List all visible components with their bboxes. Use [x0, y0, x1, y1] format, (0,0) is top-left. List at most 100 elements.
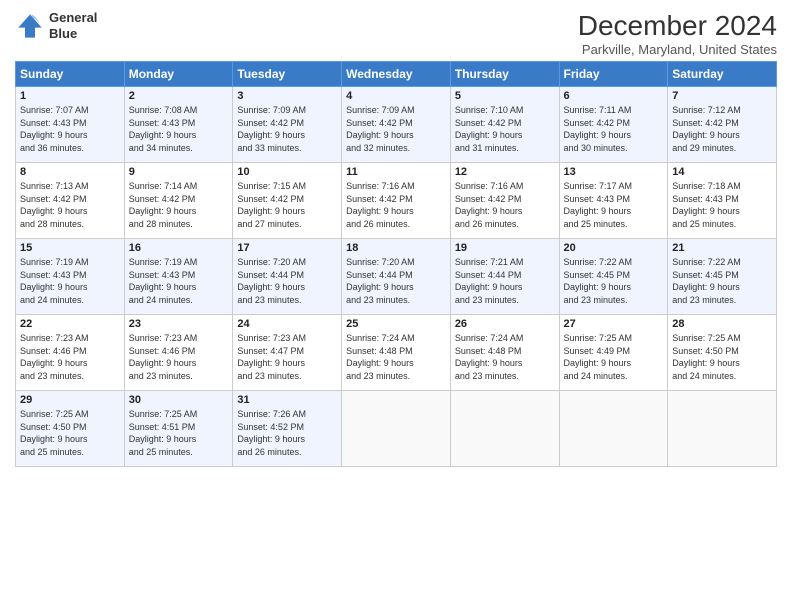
- day-number: 27: [564, 318, 664, 330]
- day-number: 28: [672, 318, 772, 330]
- calendar-cell: 9 Sunrise: 7:14 AM Sunset: 4:42 PM Daylig…: [124, 163, 233, 239]
- day-info: Sunrise: 7:18 AM Sunset: 4:43 PM Dayligh…: [672, 180, 772, 230]
- day-number: 16: [129, 242, 229, 254]
- day-number: 25: [346, 318, 446, 330]
- calendar-cell: 16Sunrise: 7:19 AM Sunset: 4:43 PM Dayli…: [124, 239, 233, 315]
- day-info: Sunrise: 7:19 AM Sunset: 4:43 PM Dayligh…: [20, 256, 120, 306]
- day-info: Sunrise: 7:10 AM Sunset: 4:42 PM Dayligh…: [455, 104, 555, 154]
- day-info: Sunrise: 7:17 AM Sunset: 4:43 PM Dayligh…: [564, 180, 664, 230]
- day-number: 19: [455, 242, 555, 254]
- day-number: 7: [672, 90, 772, 102]
- calendar-cell: 18 Sunrise: 7:20 AM Sunset: 4:44 PM Dayli…: [342, 239, 451, 315]
- day-number: 4: [346, 90, 446, 102]
- calendar-cell: [342, 391, 451, 467]
- day-info: Sunrise: 7:25 AM Sunset: 4:50 PM Dayligh…: [672, 332, 772, 382]
- page-container: General Blue December 2024 Parkville, Ma…: [0, 0, 792, 472]
- day-info: Sunrise: 7:15 AM Sunset: 4:42 PM Dayligh…: [237, 180, 337, 230]
- calendar-cell: 29 Sunrise: 7:25 AM Sunset: 4:50 PM Dayli…: [16, 391, 125, 467]
- weekday-header-wednesday: Wednesday: [342, 62, 451, 87]
- logo-line2: Blue: [49, 26, 77, 41]
- calendar-cell: 7 Sunrise: 7:12 AM Sunset: 4:42 PM Daylig…: [668, 87, 777, 163]
- day-info: Sunrise: 7:22 AM Sunset: 4:45 PM Dayligh…: [672, 256, 772, 306]
- day-info: Sunrise: 7:21 AM Sunset: 4:44 PM Dayligh…: [455, 256, 555, 306]
- calendar-week-4: 22 Sunrise: 7:23 AM Sunset: 4:46 PM Dayli…: [16, 315, 777, 391]
- calendar-cell: 27 Sunrise: 7:25 AM Sunset: 4:49 PM Dayli…: [559, 315, 668, 391]
- calendar-cell: 15Sunrise: 7:19 AM Sunset: 4:43 PM Dayli…: [16, 239, 125, 315]
- day-number: 18: [346, 242, 446, 254]
- calendar-cell: 6 Sunrise: 7:11 AM Sunset: 4:42 PM Daylig…: [559, 87, 668, 163]
- calendar-cell: 10Sunrise: 7:15 AM Sunset: 4:42 PM Dayli…: [233, 163, 342, 239]
- logo: General Blue: [15, 10, 97, 41]
- calendar-cell: 11 Sunrise: 7:16 AM Sunset: 4:42 PM Dayli…: [342, 163, 451, 239]
- logo-text: General Blue: [49, 10, 97, 41]
- day-number: 22: [20, 318, 120, 330]
- day-number: 11: [346, 166, 446, 178]
- day-info: Sunrise: 7:23 AM Sunset: 4:46 PM Dayligh…: [129, 332, 229, 382]
- weekday-header-saturday: Saturday: [668, 62, 777, 87]
- day-info: Sunrise: 7:23 AM Sunset: 4:46 PM Dayligh…: [20, 332, 120, 382]
- logo-line1: General: [49, 10, 97, 25]
- calendar-cell: 25 Sunrise: 7:24 AM Sunset: 4:48 PM Dayli…: [342, 315, 451, 391]
- day-info: Sunrise: 7:14 AM Sunset: 4:42 PM Dayligh…: [129, 180, 229, 230]
- weekday-header-sunday: Sunday: [16, 62, 125, 87]
- day-info: Sunrise: 7:09 AM Sunset: 4:42 PM Dayligh…: [346, 104, 446, 154]
- calendar-cell: [668, 391, 777, 467]
- calendar-cell: 26Sunrise: 7:24 AM Sunset: 4:48 PM Dayli…: [450, 315, 559, 391]
- day-number: 29: [20, 394, 120, 406]
- weekday-header-tuesday: Tuesday: [233, 62, 342, 87]
- calendar-cell: 20 Sunrise: 7:22 AM Sunset: 4:45 PM Dayli…: [559, 239, 668, 315]
- calendar-cell: 31Sunrise: 7:26 AM Sunset: 4:52 PM Dayli…: [233, 391, 342, 467]
- day-number: 2: [129, 90, 229, 102]
- day-number: 6: [564, 90, 664, 102]
- day-number: 20: [564, 242, 664, 254]
- calendar-cell: 21 Sunrise: 7:22 AM Sunset: 4:45 PM Dayli…: [668, 239, 777, 315]
- day-info: Sunrise: 7:07 AM Sunset: 4:43 PM Dayligh…: [20, 104, 120, 154]
- calendar-cell: 8 Sunrise: 7:13 AM Sunset: 4:42 PM Daylig…: [16, 163, 125, 239]
- day-number: 21: [672, 242, 772, 254]
- day-number: 8: [20, 166, 120, 178]
- day-info: Sunrise: 7:20 AM Sunset: 4:44 PM Dayligh…: [346, 256, 446, 306]
- title-block: December 2024 Parkville, Maryland, Unite…: [578, 10, 777, 57]
- day-number: 3: [237, 90, 337, 102]
- weekday-header-monday: Monday: [124, 62, 233, 87]
- calendar-cell: 3Sunrise: 7:09 AM Sunset: 4:42 PM Daylig…: [233, 87, 342, 163]
- day-number: 26: [455, 318, 555, 330]
- calendar-week-1: 1 Sunrise: 7:07 AM Sunset: 4:43 PM Daylig…: [16, 87, 777, 163]
- calendar-cell: 1 Sunrise: 7:07 AM Sunset: 4:43 PM Daylig…: [16, 87, 125, 163]
- calendar-cell: 12 Sunrise: 7:16 AM Sunset: 4:42 PM Dayli…: [450, 163, 559, 239]
- calendar-cell: 17Sunrise: 7:20 AM Sunset: 4:44 PM Dayli…: [233, 239, 342, 315]
- day-info: Sunrise: 7:20 AM Sunset: 4:44 PM Dayligh…: [237, 256, 337, 306]
- day-info: Sunrise: 7:25 AM Sunset: 4:50 PM Dayligh…: [20, 408, 120, 458]
- calendar-cell: 23 Sunrise: 7:23 AM Sunset: 4:46 PM Dayli…: [124, 315, 233, 391]
- day-info: Sunrise: 7:16 AM Sunset: 4:42 PM Dayligh…: [455, 180, 555, 230]
- header: General Blue December 2024 Parkville, Ma…: [15, 10, 777, 57]
- day-number: 23: [129, 318, 229, 330]
- calendar-cell: 4 Sunrise: 7:09 AM Sunset: 4:42 PM Daylig…: [342, 87, 451, 163]
- calendar-cell: 2 Sunrise: 7:08 AM Sunset: 4:43 PM Daylig…: [124, 87, 233, 163]
- day-info: Sunrise: 7:08 AM Sunset: 4:43 PM Dayligh…: [129, 104, 229, 154]
- calendar-cell: 28 Sunrise: 7:25 AM Sunset: 4:50 PM Dayli…: [668, 315, 777, 391]
- day-number: 9: [129, 166, 229, 178]
- day-info: Sunrise: 7:16 AM Sunset: 4:42 PM Dayligh…: [346, 180, 446, 230]
- weekday-header-friday: Friday: [559, 62, 668, 87]
- calendar-cell: [450, 391, 559, 467]
- day-info: Sunrise: 7:26 AM Sunset: 4:52 PM Dayligh…: [237, 408, 337, 458]
- calendar-cell: 14 Sunrise: 7:18 AM Sunset: 4:43 PM Dayli…: [668, 163, 777, 239]
- day-info: Sunrise: 7:24 AM Sunset: 4:48 PM Dayligh…: [346, 332, 446, 382]
- day-number: 1: [20, 90, 120, 102]
- day-info: Sunrise: 7:25 AM Sunset: 4:51 PM Dayligh…: [129, 408, 229, 458]
- calendar-cell: 19 Sunrise: 7:21 AM Sunset: 4:44 PM Dayli…: [450, 239, 559, 315]
- day-number: 5: [455, 90, 555, 102]
- day-number: 14: [672, 166, 772, 178]
- calendar-cell: 30Sunrise: 7:25 AM Sunset: 4:51 PM Dayli…: [124, 391, 233, 467]
- logo-icon: [15, 11, 45, 41]
- day-info: Sunrise: 7:25 AM Sunset: 4:49 PM Dayligh…: [564, 332, 664, 382]
- day-number: 24: [237, 318, 337, 330]
- day-info: Sunrise: 7:11 AM Sunset: 4:42 PM Dayligh…: [564, 104, 664, 154]
- header-row: SundayMondayTuesdayWednesdayThursdayFrid…: [16, 62, 777, 87]
- calendar-cell: 22 Sunrise: 7:23 AM Sunset: 4:46 PM Dayli…: [16, 315, 125, 391]
- day-info: Sunrise: 7:22 AM Sunset: 4:45 PM Dayligh…: [564, 256, 664, 306]
- day-info: Sunrise: 7:12 AM Sunset: 4:42 PM Dayligh…: [672, 104, 772, 154]
- day-info: Sunrise: 7:13 AM Sunset: 4:42 PM Dayligh…: [20, 180, 120, 230]
- day-number: 12: [455, 166, 555, 178]
